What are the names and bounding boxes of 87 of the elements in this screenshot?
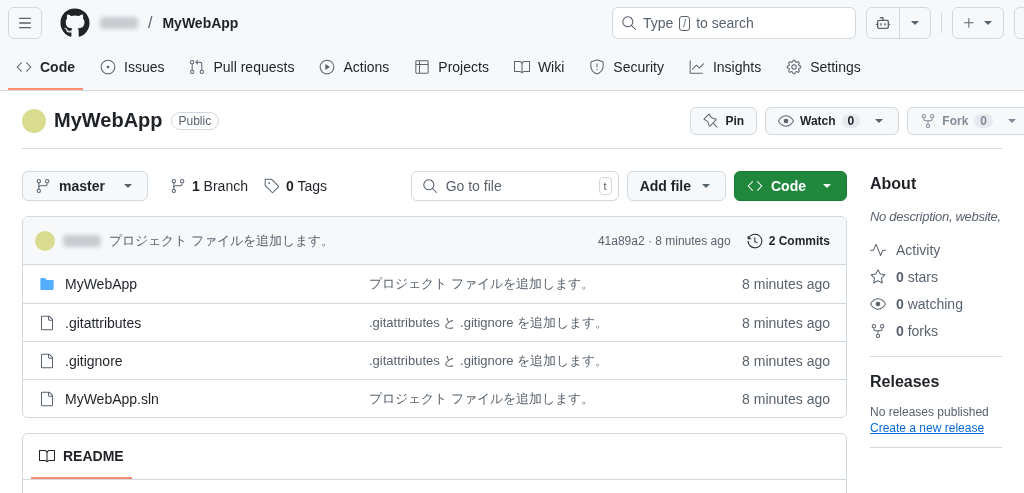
readme-tab[interactable]: README [31, 434, 132, 479]
repo-tab[interactable]: Projects [406, 46, 497, 90]
file-link[interactable]: .gitignore [65, 352, 123, 369]
search-hint: Type [643, 15, 674, 31]
logo-icon[interactable] [60, 8, 90, 38]
stat-link[interactable]: 0 watching [870, 290, 1002, 317]
copilot-button[interactable] [866, 7, 931, 39]
graph-icon [688, 59, 705, 75]
stat-link[interactable]: 0 stars [870, 263, 1002, 290]
tag-icon [263, 178, 280, 194]
avatar [22, 108, 46, 133]
tags-link[interactable]: 0 Tags [259, 178, 331, 194]
branch-icon [35, 178, 51, 194]
code-icon [747, 178, 763, 194]
releases-heading: Releases [870, 373, 941, 391]
repo-tab[interactable]: Code [8, 46, 83, 90]
path-separator: / [148, 14, 153, 32]
table-icon [414, 59, 431, 75]
commit-message[interactable]: プロジェクト ファイルを追加します。 [369, 275, 743, 293]
pin-button[interactable]: Pin [690, 106, 758, 135]
about-heading: About [870, 175, 918, 193]
play-icon [319, 59, 336, 75]
book-icon [39, 447, 55, 464]
search-icon [621, 15, 637, 31]
repo-link[interactable]: MyWebApp [162, 15, 239, 31]
commit-message[interactable]: .gitattributes と .gitignore を追加します。 [369, 351, 743, 370]
search-hint: to search [696, 15, 754, 31]
settings-icon [786, 59, 803, 75]
stat-link[interactable]: 0 forks [870, 317, 1002, 344]
file-link[interactable]: .gitattributes [65, 314, 142, 331]
branch-button[interactable]: master [22, 171, 148, 201]
repo-tab[interactable]: Security [581, 46, 672, 90]
commit-message[interactable]: .gitattributes と .gitignore を追加します。 [369, 313, 743, 332]
count-badge: 0 [841, 113, 861, 128]
code-button[interactable]: Code [734, 171, 847, 201]
commit-meta: 41a89a2 · 8 minutes ago [597, 233, 731, 248]
go-to-file-field[interactable]: Go to file t [410, 171, 619, 201]
repo-title: MyWebApp [54, 109, 163, 132]
search-icon [421, 178, 438, 194]
shortcut-key: / [679, 15, 691, 31]
plus-icon [961, 15, 977, 31]
commits-link[interactable]: 2 Commits [746, 232, 830, 249]
file-time: 8 minutes ago [742, 352, 830, 369]
history-icon [746, 232, 763, 249]
pin-icon [703, 112, 720, 129]
star-icon [870, 268, 886, 285]
commit-message[interactable]: プロジェクト ファイルを追加します。 [369, 389, 743, 408]
releases-text: No releases published [870, 405, 990, 419]
branches-link[interactable]: 1 Branch [165, 178, 252, 194]
search-field[interactable]: Type / to search [612, 7, 856, 39]
description-text: No description, website, [870, 209, 1002, 224]
issue-icon [100, 59, 116, 75]
repo-tab[interactable]: Actions [311, 46, 398, 90]
eye-icon [870, 295, 886, 312]
add-file-button[interactable]: Add file [626, 171, 726, 201]
pulse-icon [870, 241, 886, 258]
menu-icon [17, 15, 33, 31]
shortcut-key: t [598, 177, 612, 195]
file-time: 8 minutes ago [742, 314, 830, 331]
create-release-link[interactable]: Create a new release [870, 421, 985, 435]
file-link[interactable]: MyWebApp.sln [65, 390, 159, 407]
fork-icon [920, 112, 937, 129]
code-icon [16, 59, 32, 75]
create-button[interactable] [952, 7, 1004, 39]
watch-button[interactable]: Watch 0 [765, 106, 900, 135]
blurred-username [63, 234, 101, 247]
menu-button[interactable] [8, 7, 42, 39]
branch-icon [169, 178, 186, 194]
repo-tab[interactable]: Wiki [505, 46, 573, 90]
blurred-username [100, 17, 138, 29]
repo-tab[interactable]: Insights [680, 46, 770, 90]
repo-tab[interactable]: Issues [92, 46, 173, 90]
file-link[interactable]: MyWebApp [65, 276, 138, 292]
file-time: 8 minutes ago [742, 390, 830, 407]
file-time: 8 minutes ago [742, 276, 830, 292]
book-icon [513, 59, 530, 75]
shield-icon [589, 59, 606, 75]
fork-icon [870, 322, 886, 339]
count-badge: 0 [974, 113, 993, 128]
repo-tab[interactable]: Settings [778, 46, 869, 90]
repo-tab[interactable]: Pull requests [181, 46, 303, 90]
avatar [35, 230, 55, 251]
stat-link[interactable]: Activity [870, 236, 1002, 263]
pull-request-icon [189, 59, 206, 75]
commit-message[interactable]: プロジェクト ファイルを追加します。 [109, 231, 334, 250]
robot-icon [875, 15, 891, 31]
eye-icon [778, 112, 795, 129]
